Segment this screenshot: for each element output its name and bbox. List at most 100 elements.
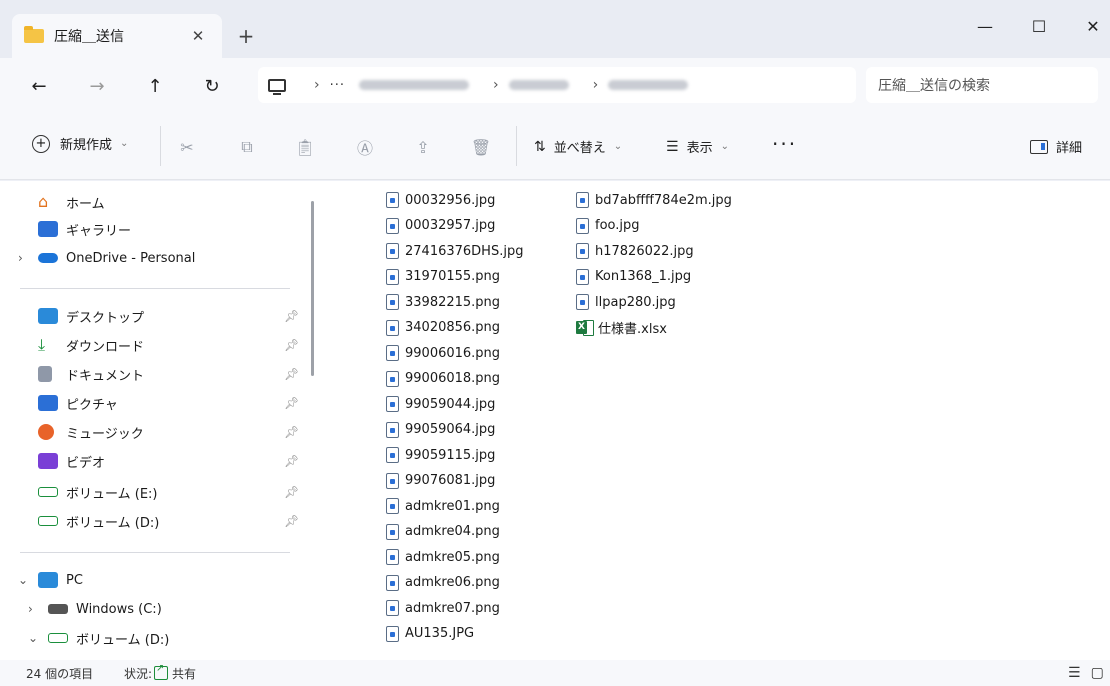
file-name: admkre01.png [405, 498, 500, 514]
file-item[interactable]: 99006018.png [386, 367, 500, 391]
file-item[interactable]: admkre07.png [386, 596, 500, 620]
file-item[interactable]: 99059044.jpg [386, 392, 495, 416]
sidebar-item-home[interactable]: ⌂ ホーム [0, 189, 310, 215]
sidebar-item-pc[interactable]: ⌄ PC [0, 567, 310, 593]
file-name: foo.jpg [595, 218, 640, 233]
file-item[interactable]: bd7abffff784e2m.jpg [576, 188, 732, 212]
forward-button[interactable]: → [82, 71, 112, 101]
paste-icon[interactable]: 📋︎ [294, 136, 316, 158]
file-item[interactable]: admkre04.png [386, 520, 500, 544]
sidebar-item-pictures[interactable]: ピクチャ 📌︎ [0, 390, 310, 416]
view-button[interactable]: ☰ 表示 ⌄ [666, 137, 729, 157]
address-bar[interactable]: › ··· › › [258, 67, 856, 103]
minimize-button[interactable]: — [962, 8, 1008, 44]
sidebar-item-label: ボリューム (E:) [66, 486, 158, 502]
breadcrumb-item-redacted[interactable] [508, 80, 569, 90]
sidebar-item-desktop[interactable]: デスクトップ 📌︎ [0, 303, 310, 329]
status-bar: 24 個の項目 状況: 共有 ☰ ▢ [0, 660, 1110, 686]
new-tab-button[interactable]: + [232, 22, 260, 50]
search-input[interactable]: 圧縮＿送信の検索 [866, 67, 1098, 103]
sort-button[interactable]: ⇅ 並べ替え ⌄ [534, 137, 622, 157]
maximize-button[interactable]: ☐ [1016, 8, 1062, 44]
sidebar-item-videos[interactable]: ビデオ 📌︎ [0, 448, 310, 474]
file-item[interactable]: 31970155.png [386, 265, 500, 289]
file-name: admkre04.png [405, 524, 500, 539]
sidebar-scrollbar[interactable] [311, 201, 314, 376]
breadcrumb-item-redacted[interactable] [608, 80, 689, 90]
file-item[interactable]: X 仕様書.xlsx [576, 316, 667, 340]
file-name: 99076081.jpg [405, 473, 496, 488]
more-options-button[interactable]: ··· [772, 132, 797, 156]
sidebar-item-label: ボリューム (D:) [66, 515, 160, 531]
close-tab-icon[interactable]: ✕ [186, 24, 210, 48]
rename-icon[interactable]: Ⓐ [354, 136, 376, 158]
file-item[interactable]: foo.jpg [576, 214, 640, 238]
image-file-icon [386, 345, 399, 361]
file-item[interactable]: 99006016.png [386, 341, 500, 365]
image-file-icon [576, 268, 589, 285]
sidebar-item-downloads[interactable]: ⤓ ダウンロード 📌︎ [0, 332, 310, 358]
sidebar-item-volume-d-pc[interactable]: ⌄ ボリューム (D:) [0, 625, 310, 651]
tab-title: 圧縮＿送信 [54, 29, 124, 45]
refresh-button[interactable]: ↻ [197, 71, 227, 101]
chevron-down-icon: ⌄ [120, 138, 129, 149]
file-item[interactable]: AU135.JPG [386, 622, 474, 646]
chevron-down-icon[interactable]: ⌄ [18, 573, 32, 587]
image-file-icon [386, 294, 399, 310]
pin-icon: 📌︎ [284, 485, 300, 499]
chevron-right-icon[interactable]: › [28, 602, 42, 616]
folder-icon [24, 26, 44, 43]
pin-icon: 📌︎ [284, 396, 300, 410]
tiles-view-icon[interactable]: ▢ [1091, 665, 1104, 681]
file-item[interactable]: 33982215.png [386, 290, 500, 314]
delete-icon[interactable]: 🗑︎ [470, 136, 492, 158]
file-name: bd7abffff784e2m.jpg [595, 192, 732, 208]
sidebar-item-volume-d[interactable]: ボリューム (D:) 📌︎ [0, 508, 310, 534]
file-name: Kon1368_1.jpg [595, 269, 692, 284]
sidebar-item-music[interactable]: ミュージック 📌︎ [0, 419, 310, 445]
image-file-icon [386, 574, 399, 591]
file-item[interactable]: llpap280.jpg [576, 290, 676, 314]
breadcrumb-item-redacted[interactable] [359, 80, 470, 90]
file-item[interactable]: 34020856.png [386, 316, 500, 340]
sidebar-divider [20, 288, 290, 289]
file-item[interactable]: 00032957.jpg [386, 214, 495, 238]
file-item[interactable]: admkre06.png [386, 571, 500, 595]
breadcrumb-overflow-button[interactable]: ··· [330, 78, 345, 93]
sidebar-item-onedrive[interactable]: › OneDrive - Personal [0, 245, 310, 271]
sidebar-item-gallery[interactable]: ギャラリー [0, 216, 310, 242]
sidebar-item-documents[interactable]: ドキュメント 📌︎ [0, 361, 310, 387]
breadcrumb-separator-icon: › [592, 77, 599, 93]
back-button[interactable]: ← [24, 71, 54, 101]
file-item[interactable]: 27416376DHS.jpg [386, 239, 523, 263]
cut-icon[interactable]: ✂ [176, 136, 198, 158]
file-item[interactable]: 99059115.jpg [386, 443, 495, 467]
file-item[interactable]: admkre01.png [386, 494, 500, 518]
sort-icon: ⇅ [534, 138, 546, 155]
details-view-icon[interactable]: ☰ [1068, 665, 1081, 681]
file-item[interactable]: 99059064.jpg [386, 418, 495, 442]
image-file-icon [386, 625, 399, 642]
copy-icon[interactable]: ⧉ [236, 136, 258, 158]
file-item[interactable]: 00032956.jpg [386, 188, 495, 212]
details-pane-button[interactable]: 詳細 [1030, 137, 1082, 156]
file-item[interactable]: 99076081.jpg [386, 469, 495, 493]
file-name: AU135.JPG [405, 626, 475, 641]
file-name: 99006016.png [405, 345, 501, 361]
sidebar-item-windows-c[interactable]: › Windows (C:) [0, 596, 310, 622]
file-item[interactable]: Kon1368_1.jpg [576, 265, 691, 289]
share-icon[interactable]: ⇪ [412, 136, 434, 158]
new-button[interactable]: + 新規作成 ⌄ [32, 134, 128, 153]
details-label: 詳細 [1056, 141, 1083, 156]
file-name: h17826022.jpg [595, 243, 694, 259]
chevron-right-icon[interactable]: › [18, 251, 32, 265]
image-file-icon [576, 243, 589, 259]
tab-current-folder[interactable]: 圧縮＿送信 ✕ [12, 14, 222, 58]
new-label: 新規作成 [60, 138, 113, 153]
up-button[interactable]: ↑ [140, 71, 170, 101]
file-item[interactable]: h17826022.jpg [576, 239, 694, 263]
file-item[interactable]: admkre05.png [386, 545, 500, 569]
sidebar-item-volume-e[interactable]: ボリューム (E:) 📌︎ [0, 479, 310, 505]
close-window-button[interactable]: ✕ [1070, 8, 1110, 44]
chevron-down-icon[interactable]: ⌄ [28, 631, 42, 645]
